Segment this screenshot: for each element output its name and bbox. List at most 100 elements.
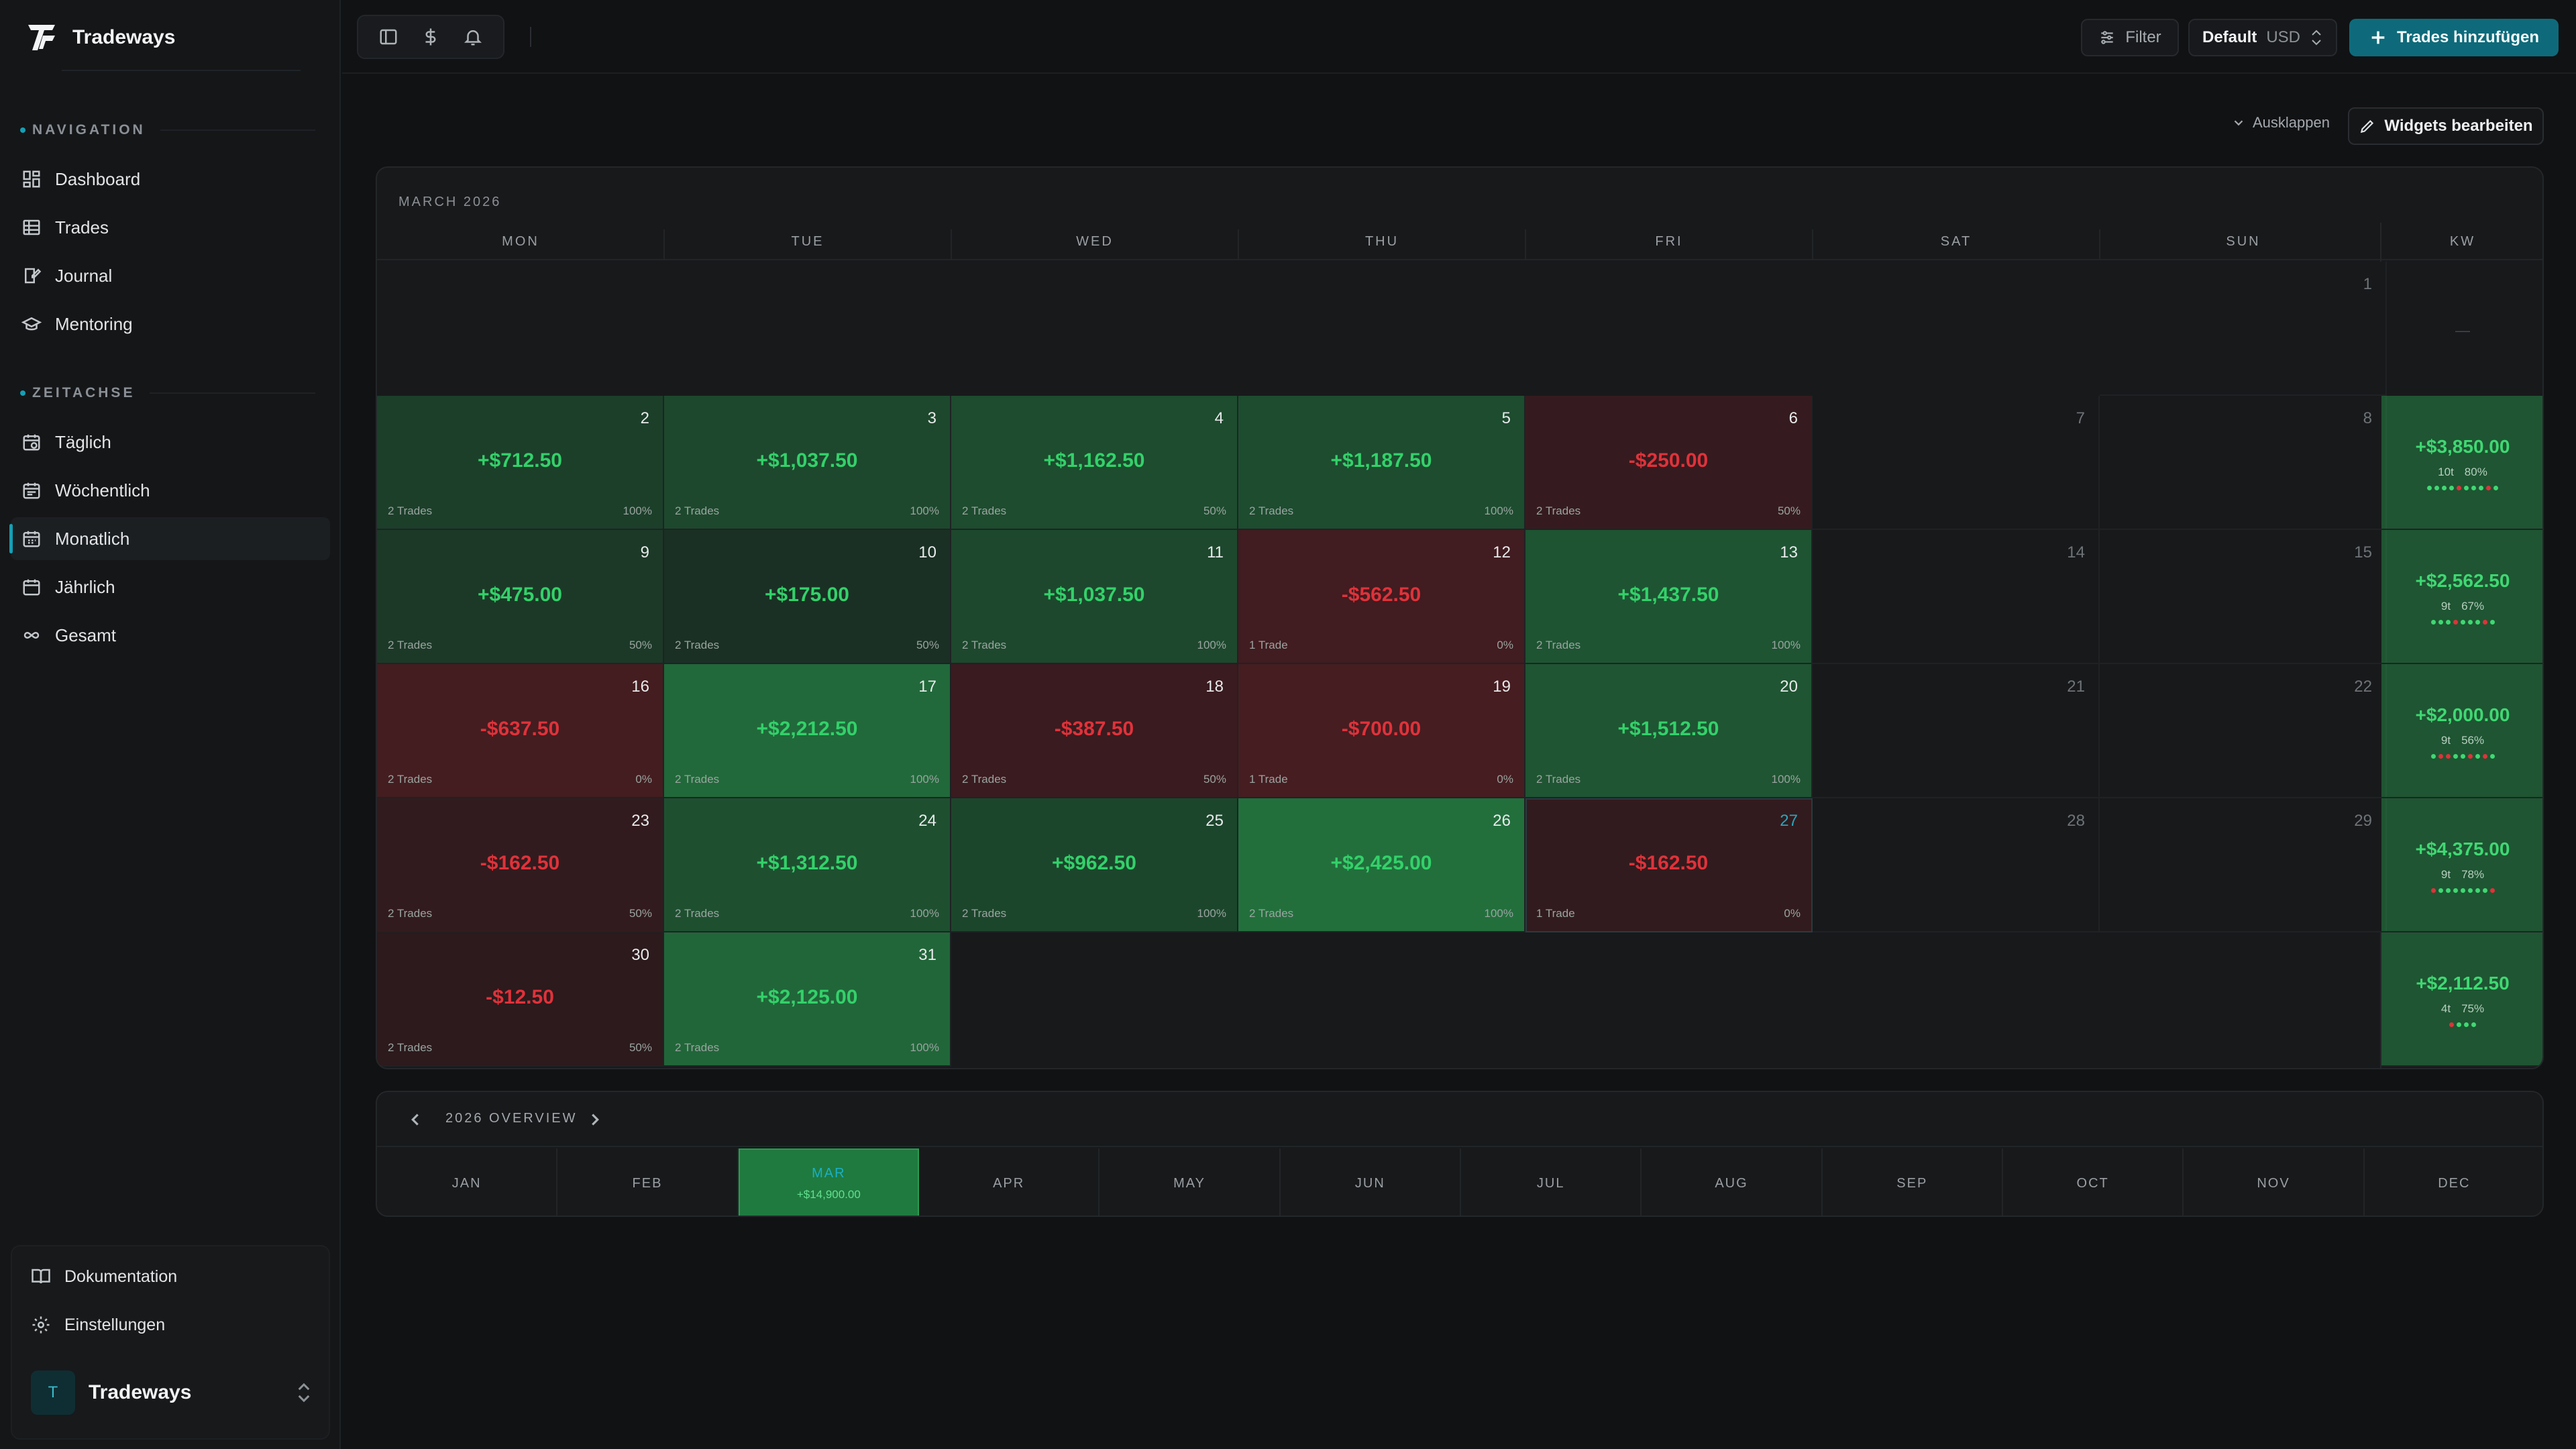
week-meta: 9t 67% [2381, 600, 2542, 613]
next-year-button[interactable] [585, 1110, 605, 1130]
section-timeline-label: ZEITACHSE [32, 385, 136, 400]
calendar-day[interactable]: 18 -$387.50 2 Trades 50% [951, 664, 1238, 798]
sidebar-item-label: Wöchentlich [55, 480, 150, 500]
calendar-day[interactable]: 31 +$2,125.00 2 Trades 100% [664, 932, 951, 1067]
sidebar-item-j-hrlich[interactable]: Jährlich [11, 566, 330, 608]
graduation-cap-icon [21, 317, 42, 331]
overview-header: 2026 OVERVIEW [377, 1092, 2542, 1147]
week-summary[interactable]: +$2,000.00 9t 56% [2381, 664, 2542, 798]
section-rule [150, 392, 315, 394]
sidebar-item-journal[interactable]: Journal [11, 254, 330, 297]
calendar-day[interactable]: 14 [1813, 530, 2100, 664]
month-label: JAN [451, 1175, 482, 1191]
trade-dot [2482, 620, 2487, 625]
weekday-sun: SUN [2226, 233, 2261, 249]
filter-button[interactable]: Filter [2081, 19, 2179, 56]
add-trades-button[interactable]: Trades hinzufügen [2349, 19, 2559, 56]
brand[interactable]: Tradeways [25, 19, 175, 56]
sidebar-toggle-icon[interactable] [378, 27, 398, 47]
calendar-day[interactable]: 1 [2100, 262, 2387, 396]
sidebar-item-dashboard[interactable]: Dashboard [11, 158, 330, 201]
calendar-day[interactable]: 27 -$162.50 1 Trade 0% [1525, 798, 1813, 932]
month-oct[interactable]: OCT [2003, 1148, 2184, 1216]
calendar-day[interactable]: 13 +$1,437.50 2 Trades 100% [1525, 530, 1813, 664]
bell-icon[interactable] [463, 27, 483, 47]
day-pnl: +$175.00 [765, 584, 849, 606]
week-summary[interactable]: +$3,850.00 10t 80% [2381, 396, 2542, 530]
day-win-rate: 50% [1203, 504, 1226, 517]
calendar-day[interactable]: 28 [1813, 798, 2100, 932]
calendar-day[interactable]: 16 -$637.50 2 Trades 0% [377, 664, 664, 798]
day-number: 20 [1780, 678, 1798, 696]
calendar-day[interactable]: 30 -$12.50 2 Trades 50% [377, 932, 664, 1067]
calendar-day[interactable]: 26 +$2,425.00 2 Trades 100% [1238, 798, 1525, 932]
day-win-rate: 100% [1771, 773, 1801, 786]
sidebar-item-documentation[interactable]: Dokumentation [31, 1267, 177, 1287]
calendar-day[interactable]: 23 -$162.50 2 Trades 50% [377, 798, 664, 932]
calendar-day[interactable]: 19 -$700.00 1 Trade 0% [1238, 664, 1525, 798]
day-trade-count: 2 Trades [962, 504, 1007, 517]
trade-dot [2486, 486, 2491, 490]
month-may[interactable]: MAY [1099, 1148, 1281, 1216]
sidebar-item-t-glich[interactable]: Täglich [11, 421, 330, 464]
month-dec[interactable]: DEC [2365, 1148, 2542, 1216]
filter-label: Filter [2125, 28, 2161, 46]
day-number: 18 [1205, 678, 1224, 696]
calendar-day[interactable]: 21 [1813, 664, 2100, 798]
calendar-day[interactable]: 20 +$1,512.50 2 Trades 100% [1525, 664, 1813, 798]
calendar-day[interactable]: 12 -$562.50 1 Trade 0% [1238, 530, 1525, 664]
month-label: DEC [2438, 1175, 2471, 1191]
calendar-day[interactable]: 7 [1813, 396, 2100, 530]
day-win-rate: 50% [916, 639, 939, 651]
book-icon [32, 1269, 50, 1284]
calendar-day[interactable]: 17 +$2,212.50 2 Trades 100% [664, 664, 951, 798]
calendar-day[interactable]: 29 [2100, 798, 2387, 932]
calendar-day[interactable]: 22 [2100, 664, 2387, 798]
month-jan[interactable]: JAN [377, 1148, 558, 1216]
month-mar[interactable]: MAR +$14,900.00 [738, 1148, 919, 1216]
calendar-day[interactable]: 8 [2100, 396, 2387, 530]
sidebar-item-mentoring[interactable]: Mentoring [11, 303, 330, 345]
day-trade-count: 2 Trades [1536, 639, 1581, 651]
week-trade-dots [2381, 486, 2542, 490]
calendar-day[interactable]: 9 +$475.00 2 Trades 50% [377, 530, 664, 664]
week-summary[interactable]: +$4,375.00 9t 78% [2381, 798, 2542, 932]
month-nov[interactable]: NOV [2184, 1148, 2365, 1216]
sidebar-item-label: Mentoring [55, 313, 133, 334]
month-jul[interactable]: JUL [1461, 1148, 1642, 1216]
calendar-day[interactable]: 2 +$712.50 2 Trades 100% [377, 396, 664, 530]
calendar-day[interactable]: 6 -$250.00 2 Trades 50% [1525, 396, 1813, 530]
day-win-rate: 100% [910, 504, 939, 517]
day-pnl: +$2,212.50 [756, 718, 858, 740]
month-aug[interactable]: AUG [1642, 1148, 1823, 1216]
user-switcher[interactable]: T Tradeways [31, 1366, 313, 1419]
empty-dash: — [2455, 322, 2470, 339]
month-apr[interactable]: APR [919, 1148, 1100, 1216]
sidebar-item-gesamt[interactable]: Gesamt [11, 614, 330, 657]
week-summary[interactable]: +$2,112.50 4t 75% [2381, 932, 2542, 1067]
trade-dot [2445, 620, 2451, 625]
month-feb[interactable]: FEB [557, 1148, 739, 1216]
sidebar-item-w-chentlich[interactable]: Wöchentlich [11, 469, 330, 512]
calendar-day[interactable]: 25 +$962.50 2 Trades 100% [951, 798, 1238, 932]
trade-dot [2430, 620, 2436, 625]
calendar-day[interactable]: 15 [2100, 530, 2387, 664]
month-jun[interactable]: JUN [1281, 1148, 1461, 1216]
calendar-day[interactable]: 10 +$175.00 2 Trades 50% [664, 530, 951, 664]
month-sep[interactable]: SEP [1823, 1148, 2003, 1216]
sidebar-item-monatlich[interactable]: Monatlich [9, 517, 330, 560]
previous-year-button[interactable] [405, 1110, 425, 1130]
calendar-day[interactable]: 3 +$1,037.50 2 Trades 100% [664, 396, 951, 530]
calendar-day[interactable]: 5 +$1,187.50 2 Trades 100% [1238, 396, 1525, 530]
trade-dot [2438, 888, 2443, 893]
calendar-day[interactable]: 11 +$1,037.50 2 Trades 100% [951, 530, 1238, 664]
dollar-icon[interactable] [421, 27, 441, 47]
calendar-day[interactable]: 24 +$1,312.50 2 Trades 100% [664, 798, 951, 932]
calendar-day[interactable]: 4 +$1,162.50 2 Trades 50% [951, 396, 1238, 530]
edit-widgets-button[interactable]: Widgets bearbeiten [2348, 107, 2544, 145]
week-summary[interactable]: +$2,562.50 9t 67% [2381, 530, 2542, 664]
sidebar-item-settings[interactable]: Einstellungen [31, 1315, 165, 1335]
account-currency-select[interactable]: Default USD [2188, 19, 2337, 56]
sidebar-item-trades[interactable]: Trades [11, 206, 330, 249]
expand-toggle[interactable]: Ausklappen [2231, 114, 2330, 131]
